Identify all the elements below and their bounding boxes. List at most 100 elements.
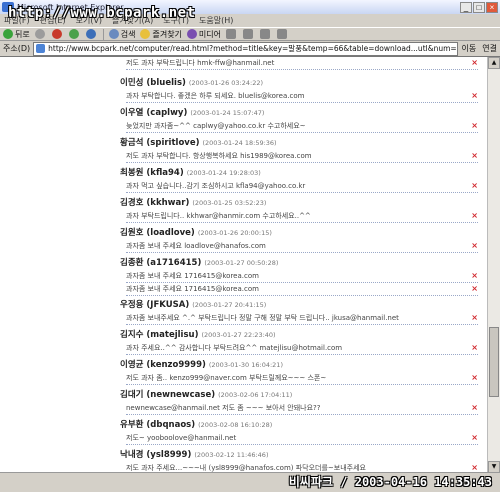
delete-icon[interactable]: × <box>471 270 478 282</box>
comment-text: 저도 과자 부탁합니다. 항상행복하세요 his1989@korea.com <box>126 152 312 160</box>
comment-line: 저도 과자 좀.. kenzo999@naver.com 부탁드릴께요~~~ 스… <box>126 372 478 385</box>
commenter-name[interactable]: 이우열 (caplwy) <box>120 108 187 118</box>
commenter-name[interactable]: 이영균 (kenzo9999) <box>120 360 206 370</box>
comment-date: (2003-01-26 20:00:15) <box>197 229 272 237</box>
back-button[interactable]: 뒤로 <box>3 29 30 40</box>
scroll-up-icon[interactable]: ▲ <box>488 57 500 69</box>
minimize-button[interactable]: _ <box>460 1 472 13</box>
back-arrow-icon <box>3 29 13 39</box>
search-button[interactable]: 검색 <box>108 29 135 40</box>
menu-view[interactable]: 보기(V) <box>76 15 102 26</box>
delete-icon[interactable]: × <box>471 312 478 324</box>
comment-line: 과자 먹고 싶습니다..감기 조심하시고 kfla94@yahoo.co.kr × <box>126 180 478 193</box>
delete-icon[interactable]: × <box>471 90 478 102</box>
favorites-label: 즐겨찾기 <box>152 29 182 39</box>
comment-text: 저도~ yooboolove@hanmail.net <box>126 434 237 442</box>
menu-tools[interactable]: 도구(T) <box>163 15 189 26</box>
comment-line: 저도~ yooboolove@hanmail.net × <box>126 432 478 445</box>
commenter-name[interactable]: 김지수 (matejlisu) <box>120 330 198 340</box>
menu-help[interactable]: 도움말(H) <box>199 15 233 26</box>
comment-date: (2003-01-27 20:41:15) <box>192 301 267 309</box>
delete-icon[interactable]: × <box>471 210 478 222</box>
commenter-name[interactable]: 낙내경 (ysl8999) <box>120 450 191 460</box>
star-icon <box>140 29 151 39</box>
timestamp-watermark: 비씨파크 / 2003-04-16 14:35:43 <box>288 475 492 489</box>
forward-arrow-icon <box>34 29 45 39</box>
comment-line: 늦었지만 과자좀~^^ caplwy@yahoo.co.kr 수고하세요~ × <box>126 120 478 133</box>
comment-text: newnewcase@hanmail.net 저도 좀 ~~~ 보아서 안돼나요… <box>126 404 321 412</box>
toolbar: 뒤로 검색 즐겨찾기 미디어 <box>0 27 500 41</box>
delete-icon[interactable]: × <box>471 342 478 354</box>
comment-line: newnewcase@hanmail.net 저도 좀 ~~~ 보아서 안돼나요… <box>126 402 478 415</box>
commenter-name[interactable]: 유부환 (dbqnaos) <box>120 420 195 430</box>
comment-text: 과자좀 보내주세요 ^.^ 부탁드립니다 정말 구해 정말 부탁 드립니다.. … <box>126 314 399 322</box>
edit-button[interactable] <box>277 29 289 39</box>
comment-text: 과자좀 보내 주세요 1716415@korea.com <box>126 272 259 280</box>
close-button[interactable]: × <box>486 1 498 13</box>
commenter-name[interactable]: 김경호 (kkhwar) <box>120 198 189 208</box>
favorites-button[interactable]: 즐겨찾기 <box>140 29 182 40</box>
commenter-name[interactable]: 최봉원 (kfla94) <box>120 168 184 178</box>
delete-icon[interactable]: × <box>471 120 478 132</box>
scroll-thumb[interactable] <box>489 327 499 397</box>
address-label: 주소(D) <box>3 44 31 53</box>
comment-date: (2003-01-24 18:59:36) <box>202 139 277 147</box>
delete-icon[interactable]: × <box>471 240 478 252</box>
links-button[interactable]: 연결 <box>482 43 497 54</box>
commenter-name[interactable]: 김원호 (loadlove) <box>120 228 195 238</box>
delete-icon[interactable]: × <box>471 432 478 444</box>
maximize-button[interactable]: □ <box>473 1 485 13</box>
refresh-button[interactable] <box>68 29 81 39</box>
back-label: 뒤로 <box>15 29 30 39</box>
menu-file[interactable]: 파일(F) <box>4 15 30 26</box>
comment-text: 과자 먹고 싶습니다..감기 조심하시고 kfla94@yahoo.co.kr <box>126 182 306 190</box>
comment-line: 과자좀 보내주세요 ^.^ 부탁드립니다 정말 구해 정말 부탁 드립니다.. … <box>126 312 478 325</box>
status-bar: 비씨파크 / 2003-04-16 14:35:43 <box>0 472 500 492</box>
vertical-scrollbar[interactable]: ▲ ▼ <box>487 57 500 473</box>
delete-icon[interactable]: × <box>471 402 478 414</box>
commenter-name[interactable]: 김종환 (a1716415) <box>120 258 201 268</box>
comment-header: 우정용 (JFKUSA) (2003-01-27 20:41:15) <box>120 299 266 311</box>
mail-button[interactable] <box>243 29 255 39</box>
print-button[interactable] <box>260 29 272 39</box>
commenter-name[interactable]: 김대기 (newnewcase) <box>120 390 215 400</box>
comment-header: 김지수 (matejlisu) (2003-01-27 22:23:40) <box>120 329 276 341</box>
home-button[interactable] <box>85 29 98 39</box>
comment-date: (2003-01-27 22:23:40) <box>201 331 276 339</box>
address-bar: 주소(D) http://www.bcpark.net/computer/rea… <box>0 41 500 56</box>
history-button[interactable] <box>226 29 238 39</box>
comment-line: 저도 과자 부탁합니다. 항상행복하세요 his1989@korea.com × <box>126 150 478 163</box>
refresh-icon <box>68 29 79 39</box>
search-icon <box>108 29 119 39</box>
address-input[interactable]: http://www.bcpark.net/computer/read.html… <box>33 41 458 56</box>
comment-text: 과자좀 보내 주세요 loadlove@hanafos.com <box>126 242 266 250</box>
media-label: 미디어 <box>198 29 222 39</box>
commenter-name[interactable]: 이민성 (bluelis) <box>120 78 186 88</box>
delete-icon[interactable]: × <box>471 150 478 162</box>
comment-line: 저도 과자 부탁드립니다 hmk-ffw@hanmail.net × <box>126 57 478 70</box>
comment-date: (2003-02-08 16:10:28) <box>198 421 273 429</box>
comment-text: 과자좀 보내 주세요 1716415@korea.com <box>126 285 259 293</box>
comment-line: 과자 부탁합니다. 좋겠은 하루 되세요. bluelis@korea.com × <box>126 90 478 103</box>
media-button[interactable]: 미디어 <box>186 29 222 40</box>
delete-icon[interactable]: × <box>471 57 478 69</box>
comment-date: (2003-01-30 16:04:21) <box>208 361 283 369</box>
comment-text: 과자 부탁합니다. 좋겠은 하루 되세요. bluelis@korea.com <box>126 92 305 100</box>
comment-date: (2003-01-24 19:28:03) <box>186 169 261 177</box>
comment-line: 과자좀 보내 주세요 1716415@korea.com × <box>126 283 478 296</box>
stop-button[interactable] <box>51 29 64 39</box>
menu-favorites[interactable]: 즐겨찾기(A) <box>112 15 153 26</box>
commenter-name[interactable]: 황금석 (spiritlove) <box>120 138 199 148</box>
forward-button[interactable] <box>34 29 47 39</box>
comment-line: 과자좀 보내 주세요 1716415@korea.com × <box>126 270 478 283</box>
delete-icon[interactable]: × <box>471 283 478 295</box>
delete-icon[interactable]: × <box>471 372 478 384</box>
delete-icon[interactable]: × <box>471 180 478 192</box>
print-icon <box>260 29 271 39</box>
comment-date: (2003-02-06 17:04:11) <box>218 391 293 399</box>
comment-line: 과자 주세요..^^ 감사합니다 부탁드려요^^ matejlisu@hotma… <box>126 342 478 355</box>
toolbar-separator <box>102 28 104 40</box>
go-button[interactable]: 이동 <box>462 43 477 54</box>
menu-edit[interactable]: 편집(E) <box>40 15 66 26</box>
commenter-name[interactable]: 우정용 (JFKUSA) <box>120 300 189 310</box>
